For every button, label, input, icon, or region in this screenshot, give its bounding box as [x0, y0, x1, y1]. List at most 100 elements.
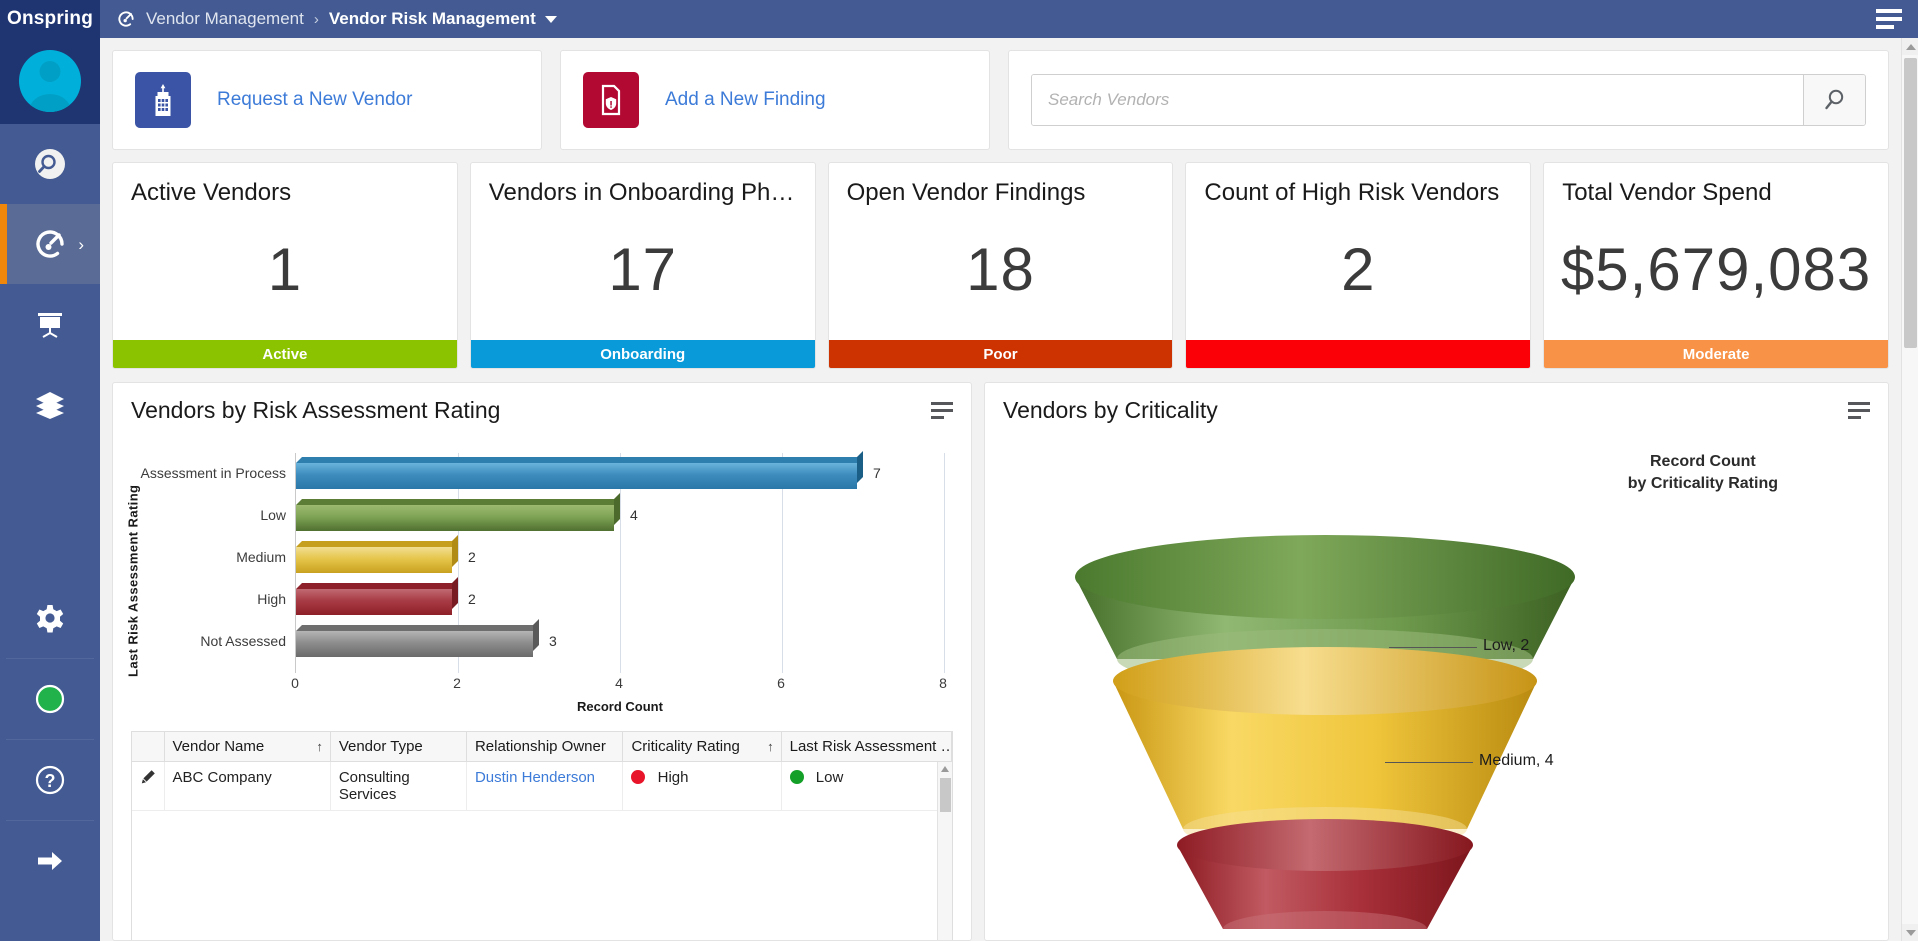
app-logo: Onspring	[0, 0, 100, 38]
kpi-title: Active Vendors	[113, 163, 457, 207]
breadcrumb-current[interactable]: Vendor Risk Management	[329, 9, 536, 29]
table-header-cell-relationship-owner[interactable]: Relationship Owner	[467, 732, 624, 762]
bar-value-label: 3	[549, 633, 557, 649]
panel-menu-icon[interactable]	[1848, 402, 1870, 423]
vendor-search-card	[1008, 50, 1889, 150]
y-axis-title: Last Risk Assessment Rating	[123, 481, 143, 681]
sidebar-item-search[interactable]	[0, 124, 100, 204]
gridline	[944, 453, 945, 673]
kpi-vendors-in-onboarding[interactable]: Vendors in Onboarding Ph… 17 Onboarding	[470, 162, 816, 369]
table-header-label: Vendor Type	[339, 738, 423, 755]
table-header-row: Vendor Name ↑ Vendor Type Relationship O…	[132, 732, 952, 762]
request-new-vendor-button[interactable]: Request a New Vendor	[112, 50, 542, 150]
request-new-vendor-label: Request a New Vendor	[217, 89, 412, 111]
bar-value-label: 7	[873, 465, 881, 481]
status-badge: Moderate	[1544, 340, 1888, 368]
kpi-value: 2	[1186, 207, 1530, 340]
page-scroll-container: Request a New Vendor Add a New Finding	[100, 38, 1918, 941]
sidebar-item-dashboards[interactable]: ›	[0, 204, 100, 284]
sidebar-item-reports[interactable]	[0, 284, 100, 364]
x-tick: 6	[777, 675, 785, 691]
kpi-total-vendor-spend[interactable]: Total Vendor Spend $5,679,083 Moderate	[1543, 162, 1889, 369]
x-tick: 8	[939, 675, 947, 691]
status-badge: Active	[113, 340, 457, 368]
add-new-finding-label: Add a New Finding	[665, 89, 826, 111]
cell-criticality-rating: High	[623, 762, 781, 811]
arrow-right-icon	[32, 843, 68, 879]
breadcrumb-root[interactable]: Vendor Management	[146, 9, 304, 29]
sidebar-item-layers[interactable]	[0, 364, 100, 444]
bar-row[interactable]: Low 4	[296, 497, 620, 533]
bar-side-face	[452, 535, 458, 567]
search-input[interactable]	[1032, 75, 1803, 125]
kpi-value: 1	[113, 207, 457, 340]
criticality-rating-text: High	[658, 769, 689, 786]
green-circle-icon	[32, 681, 68, 717]
x-tick: 0	[291, 675, 299, 691]
x-tick: 2	[453, 675, 461, 691]
app-logo-text: Onspring	[7, 8, 93, 30]
kpi-title: Vendors in Onboarding Ph…	[471, 163, 815, 207]
funnel-segment-high	[1177, 819, 1473, 929]
table-scrollbar-thumb[interactable]	[940, 778, 951, 812]
cell-last-risk-assessment: Low	[782, 762, 952, 811]
bar-side-face	[857, 451, 863, 483]
table-header-cell-criticality-rating[interactable]: Criticality Rating ↑	[623, 732, 781, 762]
sidebar-item-collapse[interactable]	[0, 821, 100, 901]
sidebar-item-help[interactable]: ?	[0, 740, 100, 820]
sidebar-item-settings[interactable]	[0, 578, 100, 658]
edit-row-button[interactable]	[132, 762, 165, 811]
cell-relationship-owner[interactable]: Dustin Henderson	[467, 762, 624, 811]
bar-category-label: Medium	[236, 549, 286, 565]
presentation-screen-icon	[32, 306, 68, 342]
sidebar-item-status[interactable]	[0, 659, 100, 739]
criticality-status-dot	[631, 770, 645, 784]
kpi-value: 17	[471, 207, 815, 340]
scroll-down-button[interactable]	[1902, 924, 1918, 941]
bar-side-face	[533, 619, 539, 651]
kpi-open-vendor-findings[interactable]: Open Vendor Findings 18 Poor	[828, 162, 1174, 369]
app-root: Onspring ›	[0, 0, 1918, 941]
search-icon	[1822, 87, 1848, 113]
kpi-title: Count of High Risk Vendors	[1186, 163, 1530, 207]
bar-front-face	[296, 505, 614, 531]
panel-menu-icon[interactable]	[931, 402, 953, 423]
table-header-cell-vendor-type[interactable]: Vendor Type	[331, 732, 467, 762]
table-header-cell-vendor-name[interactable]: Vendor Name ↑	[165, 732, 331, 762]
bar-row[interactable]: Not Assessed 3	[296, 623, 539, 659]
add-new-finding-button[interactable]: Add a New Finding	[560, 50, 990, 150]
bar-row[interactable]: Medium 2	[296, 539, 458, 575]
gear-icon	[32, 600, 68, 636]
scroll-up-icon[interactable]	[941, 766, 949, 772]
bar-row[interactable]: High 2	[296, 581, 458, 617]
bar-side-face	[614, 493, 620, 525]
chevron-down-icon[interactable]	[545, 16, 557, 23]
kpi-title: Total Vendor Spend	[1544, 163, 1888, 207]
x-axis-ticks: 0 2 4 6 8	[295, 675, 945, 695]
status-badge: Onboarding	[471, 340, 815, 368]
funnel-chart: Record Count by Criticality Rating	[985, 437, 1888, 941]
question-circle-icon: ?	[32, 762, 68, 798]
kpi-active-vendors[interactable]: Active Vendors 1 Active	[112, 162, 458, 369]
search-button[interactable]	[1803, 75, 1865, 125]
funnel-graphic[interactable]	[1015, 509, 1635, 929]
table-header-cell-last-risk-assessment[interactable]: Last Risk Assessment …	[782, 732, 952, 762]
page-title: Vendors by Criticality	[1003, 397, 1218, 424]
table-scrollbar[interactable]	[937, 762, 952, 940]
scroll-up-button[interactable]	[1902, 38, 1918, 55]
user-avatar[interactable]	[0, 38, 100, 124]
bar-row[interactable]: Assessment in Process 7	[296, 455, 863, 491]
bar-value-label: 2	[468, 549, 476, 565]
hamburger-icon[interactable]	[1876, 9, 1902, 29]
kpi-count-of-high-risk-vendors[interactable]: Count of High Risk Vendors 2	[1185, 162, 1531, 369]
panel-header: Vendors by Risk Assessment Rating	[113, 383, 971, 437]
page-scrollbar[interactable]	[1901, 38, 1918, 941]
panel-vendors-by-criticality: Vendors by Criticality Record Count by C…	[984, 382, 1889, 941]
page-scrollbar-thumb[interactable]	[1904, 58, 1917, 348]
bar-side-face	[452, 577, 458, 609]
kpi-value: $5,679,083	[1544, 207, 1888, 340]
dashboard-content: Request a New Vendor Add a New Finding	[100, 38, 1901, 941]
left-navigation-rail: Onspring ›	[0, 0, 100, 941]
funnel-chart-caption: Record Count by Criticality Rating	[1628, 451, 1778, 494]
table-row[interactable]: ABC Company Consulting Services Dustin H…	[132, 762, 952, 811]
